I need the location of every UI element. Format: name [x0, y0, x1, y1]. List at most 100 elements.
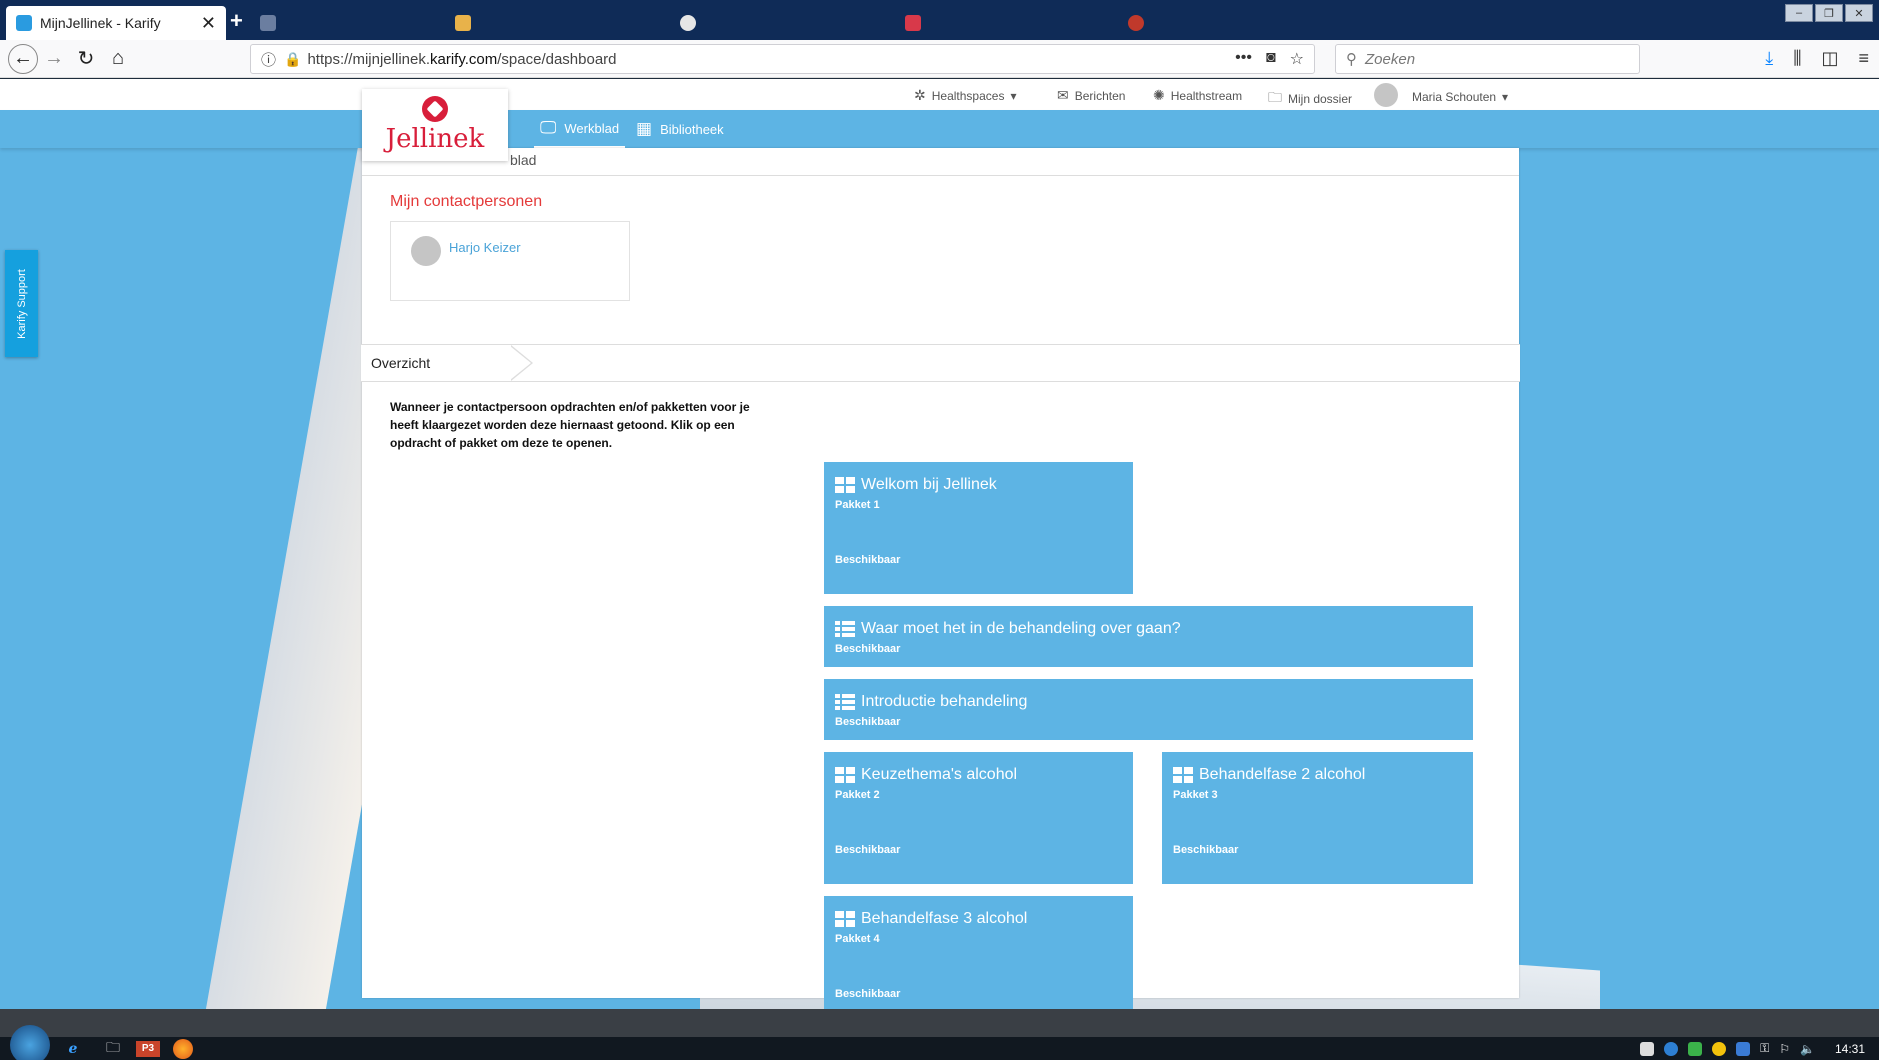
internet-explorer-icon[interactable]: e — [56, 1037, 90, 1060]
contact-name-link[interactable]: Harjo Keizer — [449, 240, 521, 255]
network-icon[interactable]: ⚿ — [1760, 1041, 1769, 1056]
powerpoint-icon[interactable]: P3 — [136, 1040, 160, 1057]
download-icon[interactable]: ⤓ — [1765, 48, 1773, 69]
tile-introductie-behandeling[interactable]: Introductie behandeling Beschikbaar — [824, 679, 1473, 740]
healthstream-link[interactable]: ✺ Healthstream — [1153, 87, 1242, 104]
more-icon[interactable]: ••• — [1235, 49, 1252, 69]
tab-background-6[interactable] — [1340, 6, 1400, 40]
firefox-taskbar-button[interactable] — [166, 1037, 200, 1060]
karify-favicon-icon — [16, 15, 32, 31]
url-prefix: https://mijnjellinek. — [307, 50, 431, 68]
forward-arrow-icon[interactable]: → — [38, 43, 70, 75]
tray-app-icon[interactable] — [1712, 1041, 1727, 1056]
window-controls: – ❐ ✕ — [1785, 4, 1873, 22]
main-navigation: 🖵 Werkblad ▦ Bibliotheek — [0, 110, 1879, 148]
assignment-list-icon — [835, 694, 855, 710]
close-tab-icon[interactable]: ✕ — [193, 13, 216, 34]
bookmark-star-icon[interactable]: ☆ — [1290, 49, 1304, 69]
url-bar[interactable]: ⓘ 🔒 https://mijnjellinek. karify.com/spac… — [250, 44, 1315, 74]
tray-app-icon[interactable] — [1688, 1041, 1703, 1056]
contacts-title: Mijn contactpersonen — [390, 193, 543, 210]
tile-behandelfase-2-alcohol[interactable]: Behandelfase 2 alcohol Pakket 3 Beschikb… — [1162, 752, 1473, 884]
support-label: Karify Support — [15, 268, 28, 339]
system-tray: ⚿ ⚐ 🔈 14:31 — [1640, 1041, 1865, 1056]
tile-welkom-bij-jellinek[interactable]: Welkom bij Jellinek Pakket 1 Beschikbaar — [824, 462, 1133, 594]
jellinek-logo[interactable]: Jellinek — [362, 89, 508, 161]
healthstream-icon: ✺ — [1153, 87, 1165, 103]
pocket-icon[interactable]: ◙ — [1266, 49, 1276, 69]
search-input[interactable]: ⚲ Zoeken — [1335, 44, 1640, 74]
tile-behandelfase-3-alcohol[interactable]: Behandelfase 3 alcohol Pakket 4 Beschikb… — [824, 896, 1133, 1009]
tab-label: MijnJellinek - Karify — [40, 15, 161, 31]
tile-subtitle: Pakket 4 — [835, 933, 880, 945]
mijn-dossier-label: Mijn dossier — [1288, 92, 1353, 106]
sidebar-icon[interactable]: ◫ — [1821, 48, 1838, 69]
package-grid-icon — [835, 767, 855, 783]
mijn-dossier-link[interactable]: 🗀 Mijn dossier — [1268, 87, 1352, 111]
volume-icon[interactable]: 🔈 — [1800, 1042, 1815, 1056]
url-path: /space/dashboard — [497, 50, 617, 68]
tile-status: Beschikbaar — [835, 988, 901, 1000]
tile-status: Beschikbaar — [1173, 844, 1239, 856]
search-placeholder: Zoeken — [1365, 50, 1416, 68]
tab-overzicht-label: Overzicht — [371, 355, 431, 371]
new-tab-button[interactable]: + — [230, 8, 243, 34]
breadcrumb: blad — [362, 148, 1519, 176]
nav-bibliotheek[interactable]: ▦ Bibliotheek — [636, 110, 724, 148]
tile-title: Behandelfase 2 alcohol — [1173, 766, 1365, 784]
favicon-icon — [455, 15, 471, 31]
tile-title: Welkom bij Jellinek — [835, 476, 997, 494]
tray-folder-icon[interactable] — [1640, 1041, 1655, 1056]
clock[interactable]: 14:31 — [1835, 1042, 1865, 1056]
envelope-icon: ✉ — [1057, 87, 1069, 103]
intro-text: Wanneer je contactpersoon opdrachten en/… — [390, 400, 750, 450]
page: ✲ Healthspaces ▾ ✉ Berichten ✺ Healthstr… — [0, 79, 1879, 1009]
tray-app-icon[interactable] — [1736, 1041, 1751, 1056]
maximize-icon[interactable]: ❐ — [1815, 4, 1843, 22]
nav-werkblad[interactable]: 🖵 Werkblad — [534, 110, 626, 148]
jellinek-logo-mark — [422, 96, 448, 122]
tab-background-3[interactable] — [670, 6, 890, 40]
breadcrumb-text: blad — [510, 152, 537, 168]
avatar — [411, 236, 441, 266]
grid-icon: ▦ — [636, 119, 653, 138]
tab-mijnjellinek[interactable]: MijnJellinek - Karify ✕ — [6, 6, 226, 40]
browser-right-toolbar: ⤓ ⫼ ◫ ≡ — [1765, 48, 1869, 69]
library-icon[interactable]: ⫼ — [1793, 48, 1801, 69]
back-arrow-icon[interactable]: ← — [8, 43, 38, 74]
action-center-icon[interactable]: ⚐ — [1779, 1042, 1790, 1056]
tile-title: Keuzethema's alcohol — [835, 766, 1017, 784]
menu-icon[interactable]: ≡ — [1858, 48, 1869, 69]
close-window-icon[interactable]: ✕ — [1845, 4, 1873, 22]
lock-icon[interactable]: 🔒 — [284, 51, 301, 68]
minimize-icon[interactable]: – — [1785, 4, 1813, 22]
tile-title-text: Behandelfase 3 alcohol — [861, 910, 1028, 927]
tile-keuzethemas-alcohol[interactable]: Keuzethema's alcohol Pakket 2 Beschikbaa… — [824, 752, 1133, 884]
tile-title-text: Welkom bij Jellinek — [861, 476, 997, 493]
tile-subtitle: Pakket 3 — [1173, 789, 1218, 801]
info-icon[interactable]: ⓘ — [261, 49, 276, 70]
chevron-down-icon: ▾ — [1502, 90, 1509, 104]
tab-background-4[interactable] — [895, 6, 1115, 40]
tab-background-2[interactable] — [445, 6, 665, 40]
user-menu[interactable]: Maria Schouten ▾ — [1374, 83, 1509, 107]
tab-background-5[interactable] — [1118, 6, 1333, 40]
tab-overzicht[interactable]: Overzicht — [361, 345, 531, 381]
page-footer-bar — [0, 1009, 1879, 1037]
tab-background-1[interactable] — [250, 6, 435, 40]
windows-taskbar: e 🗀 P3 ⚿ ⚐ 🔈 14:31 — [0, 1024, 1879, 1060]
logo-text: Jellinek — [385, 124, 485, 154]
tab-background-7[interactable] — [1620, 6, 1740, 40]
tile-waar-moet-het-over-gaan[interactable]: Waar moet het in de behandeling over gaa… — [824, 606, 1473, 667]
tray-app-icon[interactable] — [1664, 1041, 1679, 1056]
berichten-link[interactable]: ✉ Berichten — [1057, 87, 1125, 104]
contact-card[interactable]: Harjo Keizer — [390, 221, 630, 301]
reload-icon[interactable]: ↻ — [70, 43, 102, 75]
healthspaces-menu[interactable]: ✲ Healthspaces ▾ — [914, 87, 1016, 104]
start-button-icon[interactable] — [10, 1024, 50, 1060]
monitor-icon: 🖵 — [540, 118, 557, 137]
file-explorer-icon[interactable]: 🗀 — [96, 1037, 130, 1060]
karify-support-tab[interactable]: Karify Support — [5, 250, 38, 357]
browser-toolbar: ← → ↻ ⌂ ⓘ 🔒 https://mijnjellinek. karify.… — [0, 40, 1879, 78]
home-icon[interactable]: ⌂ — [102, 43, 134, 75]
